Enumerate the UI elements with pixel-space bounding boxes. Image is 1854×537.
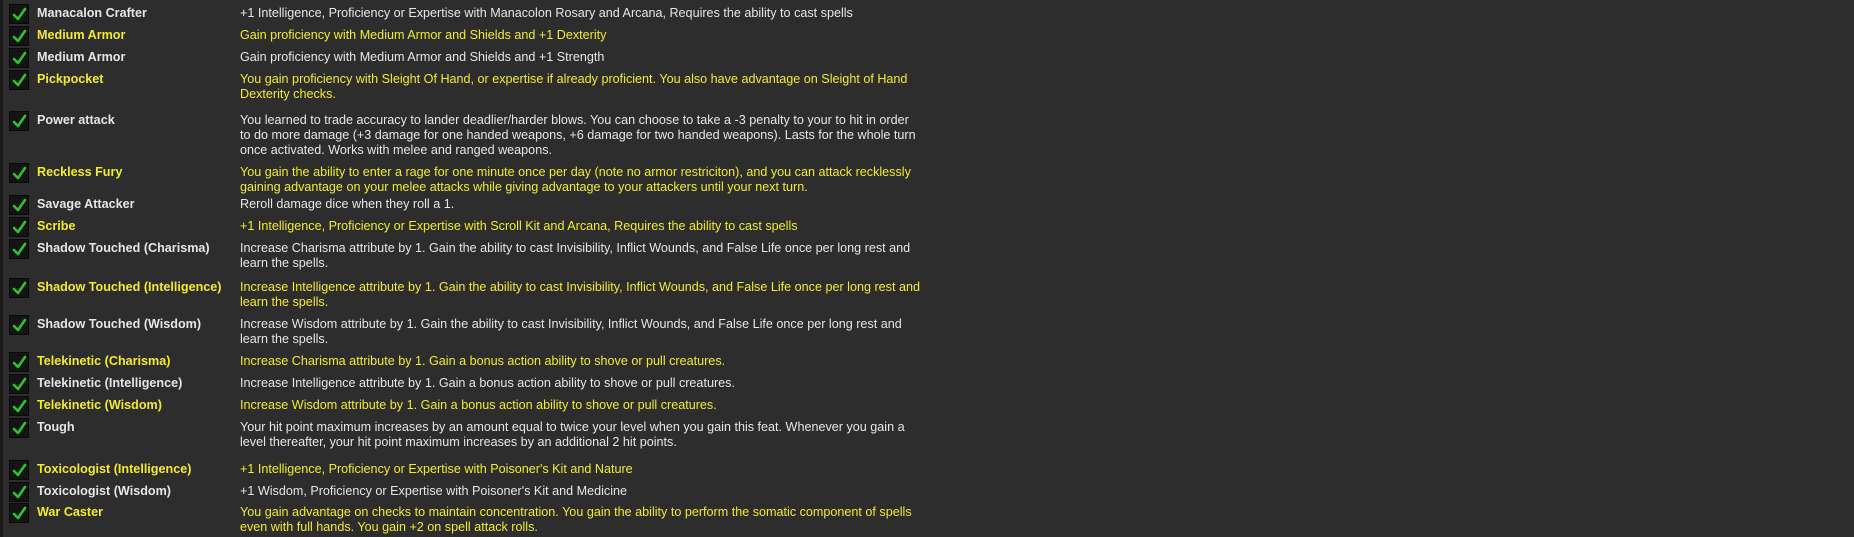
checkmark-icon: [12, 73, 27, 87]
feat-checkbox[interactable]: [9, 418, 29, 438]
feat-checkbox[interactable]: [9, 352, 29, 372]
feat-description: You gain proficiency with Sleight Of Han…: [240, 72, 908, 101]
checkmark-icon: [12, 29, 27, 43]
feat-name: Manacalon Crafter: [37, 6, 147, 20]
checkmark-icon: [12, 198, 27, 212]
checkmark-icon: [12, 166, 27, 180]
feat-description: +1 Intelligence, Proficiency or Expertis…: [240, 462, 633, 476]
checkmark-icon: [12, 242, 27, 256]
feat-name: Telekinetic (Intelligence): [37, 376, 183, 390]
feat-checkbox[interactable]: [9, 217, 29, 237]
checkmark-icon: [12, 114, 27, 128]
feat-description: Increase Charisma attribute by 1. Gain a…: [240, 354, 726, 368]
feat-description: Gain proficiency with Medium Armor and S…: [240, 28, 607, 42]
feat-checkbox[interactable]: [9, 374, 29, 394]
feat-description: You gain advantage on checks to maintain…: [240, 505, 912, 534]
feat-name: Scribe: [37, 219, 76, 233]
feat-description: You learned to trade accuracy to lander …: [240, 113, 916, 157]
feat-checkbox[interactable]: [9, 195, 29, 215]
feat-description: Your hit point maximum increases by an a…: [240, 420, 905, 449]
feat-name: Tough: [37, 420, 75, 434]
feat-name: Shadow Touched (Wisdom): [37, 317, 202, 331]
feat-name: Telekinetic (Wisdom): [37, 398, 162, 412]
feat-description: Gain proficiency with Medium Armor and S…: [240, 50, 605, 64]
feat-name: Toxicologist (Intelligence): [37, 462, 192, 476]
feat-name: Toxicologist (Wisdom): [37, 484, 171, 498]
feat-checkbox[interactable]: [9, 239, 29, 259]
feat-checkbox[interactable]: [9, 163, 29, 183]
checkmark-icon: [12, 506, 27, 520]
feat-checkbox[interactable]: [9, 48, 29, 68]
feat-checkbox[interactable]: [9, 460, 29, 480]
feat-name: War Caster: [37, 505, 104, 519]
feat-description: Increase Wisdom attribute by 1. Gain the…: [240, 317, 902, 346]
feat-name: Reckless Fury: [37, 165, 123, 179]
feat-name: Medium Armor: [37, 28, 126, 42]
feat-checkbox[interactable]: [9, 482, 29, 502]
checkmark-icon: [12, 7, 27, 21]
checkmark-icon: [12, 377, 27, 391]
feat-name: Shadow Touched (Charisma): [37, 241, 210, 255]
feat-name: Shadow Touched (Intelligence): [37, 280, 222, 294]
feat-checkbox[interactable]: [9, 26, 29, 46]
feat-checkbox[interactable]: [9, 278, 29, 298]
feat-checkbox[interactable]: [9, 503, 29, 523]
feat-description: +1 Intelligence, Proficiency or Expertis…: [240, 219, 798, 233]
feat-checkbox[interactable]: [9, 315, 29, 335]
checkmark-icon: [12, 485, 27, 499]
feat-description: +1 Intelligence, Proficiency or Expertis…: [240, 6, 853, 20]
checkmark-icon: [12, 399, 27, 413]
checkmark-icon: [12, 51, 27, 65]
feat-name: Savage Attacker: [37, 197, 135, 211]
feat-checkbox[interactable]: [9, 396, 29, 416]
panel-left-border: [0, 0, 3, 537]
feat-description: Increase Intelligence attribute by 1. Ga…: [240, 280, 920, 309]
feat-checkbox[interactable]: [9, 4, 29, 24]
feat-list-panel: Manacalon Crafter +1 Intelligence, Profic…: [0, 0, 1854, 537]
feat-name: Medium Armor: [37, 50, 126, 64]
checkmark-icon: [12, 421, 27, 435]
feat-name: Pickpocket: [37, 72, 104, 86]
feat-description: You gain the ability to enter a rage for…: [240, 165, 911, 194]
checkmark-icon: [12, 463, 27, 477]
feat-name: Telekinetic (Charisma): [37, 354, 171, 368]
checkmark-icon: [12, 281, 27, 295]
checkmark-icon: [12, 220, 27, 234]
feat-description: Reroll damage dice when they roll a 1.: [240, 197, 455, 211]
feat-description: +1 Wisdom, Proficiency or Expertise with…: [240, 484, 628, 498]
checkmark-icon: [12, 318, 27, 332]
checkmark-icon: [12, 355, 27, 369]
feat-description: Increase Charisma attribute by 1. Gain t…: [240, 241, 911, 270]
feat-checkbox[interactable]: [9, 70, 29, 90]
feat-name: Power attack: [37, 113, 115, 127]
feat-description: Increase Intelligence attribute by 1. Ga…: [240, 376, 735, 390]
feat-checkbox[interactable]: [9, 111, 29, 131]
feat-description: Increase Wisdom attribute by 1. Gain a b…: [240, 398, 717, 412]
